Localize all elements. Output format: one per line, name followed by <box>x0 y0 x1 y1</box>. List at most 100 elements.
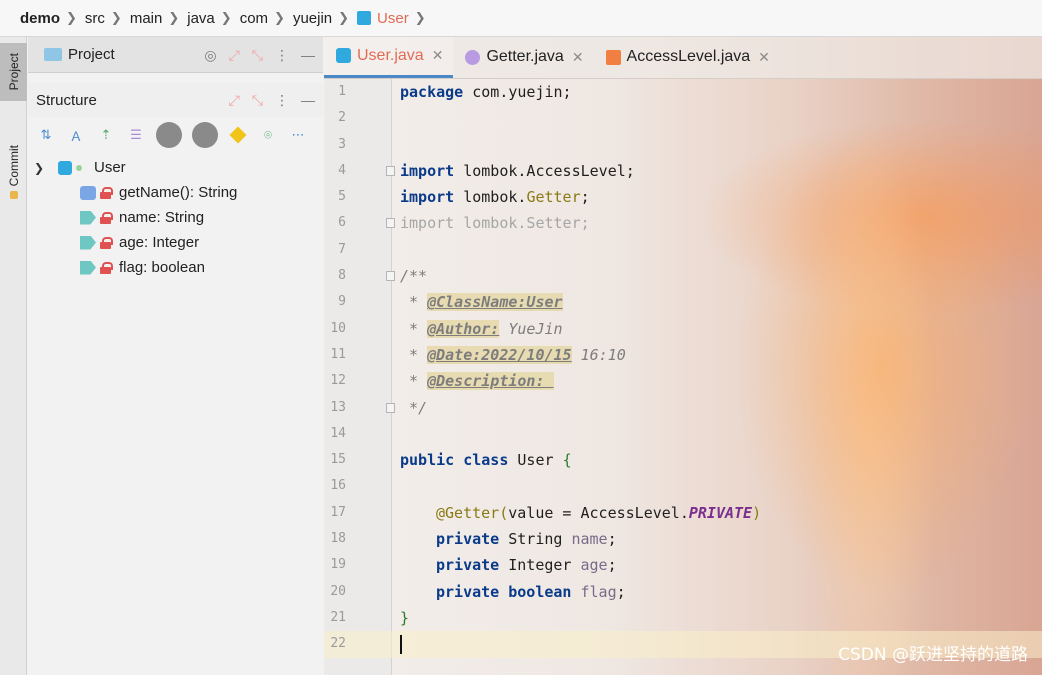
structure-panel-title: Structure <box>36 91 97 109</box>
line-number: 12 <box>330 373 346 389</box>
comment: /** <box>400 267 428 286</box>
tree-member-age[interactable]: age: Integer <box>28 230 323 255</box>
chevron-right-icon: ❯ <box>338 10 350 25</box>
show-lambdas-icon[interactable] <box>192 122 218 148</box>
collapse-icon[interactable]: ⤡ <box>252 47 263 64</box>
tool-tab-commit-label: Commit <box>6 145 21 187</box>
close-icon[interactable]: ✕ <box>758 49 770 66</box>
tree-member-label: age: Integer <box>119 234 200 251</box>
fold-marker-icon[interactable] <box>386 402 395 413</box>
annotation-ref: Getter <box>526 188 581 207</box>
keyword: import <box>400 188 455 207</box>
tool-tab-commit[interactable]: Commit <box>0 132 27 212</box>
code-content[interactable]: 1 package com.yuejin; 2 3 4 import lombok.… <box>324 79 1042 658</box>
hide-panel-icon[interactable]: — <box>301 47 315 63</box>
keyword: private <box>436 530 500 549</box>
annotation-icon <box>465 49 481 65</box>
collapse-icon[interactable]: ⤡ <box>252 92 263 109</box>
line-number: 9 <box>338 294 346 310</box>
close-icon[interactable]: ✕ <box>572 49 584 66</box>
tool-tab-project[interactable]: Project <box>0 43 27 101</box>
show-inherited-icon[interactable]: ⇡ <box>96 125 116 145</box>
show-properties-icon[interactable] <box>229 126 247 144</box>
paren: ( <box>499 503 509 522</box>
tab-user-java[interactable]: User.java ✕ <box>324 37 454 78</box>
show-fields-icon[interactable]: ☰ <box>126 125 146 145</box>
sort-by-visibility-icon[interactable]: ⇅ <box>36 125 56 145</box>
tool-tab-project-label: Project <box>6 53 21 91</box>
keyword: private <box>436 582 500 601</box>
code-text: lombok.AccessLevel; <box>454 161 635 180</box>
tab-getter-java[interactable]: Getter.java ✕ <box>453 37 593 78</box>
tree-member-name[interactable]: name: String <box>28 205 323 230</box>
project-panel-title[interactable]: Project <box>68 46 115 63</box>
expand-icon[interactable]: ⤢ <box>229 92 240 109</box>
locate-icon[interactable]: ◎ <box>204 47 216 64</box>
close-icon[interactable]: ✕ <box>432 47 444 64</box>
chevron-down-icon[interactable]: ❯ <box>34 161 48 175</box>
class-icon <box>336 48 351 63</box>
doc-tag: @Author: <box>427 319 500 338</box>
comment: */ <box>400 398 428 417</box>
code-line: 6 import lombok.Setter; <box>324 210 1042 236</box>
breadcrumb-item-user[interactable]: User <box>377 10 409 27</box>
comment: * <box>400 319 428 338</box>
code-text: ; <box>580 188 590 207</box>
method-icon <box>80 185 96 200</box>
fold-marker-icon[interactable] <box>386 218 395 229</box>
tree-root-label: User <box>94 159 126 176</box>
tree-root-user[interactable]: ❯ User <box>28 155 323 180</box>
code-text: ; <box>607 530 617 549</box>
breadcrumb-item-main[interactable]: main <box>130 10 163 27</box>
comment: * <box>400 372 428 391</box>
field-name: age <box>580 556 608 575</box>
sort-alphabetically-icon[interactable]: Ａ <box>66 125 86 145</box>
line-number: 2 <box>338 110 346 126</box>
code-line: 5 import lombok.Getter; <box>324 184 1042 210</box>
breadcrumb-item-java[interactable]: java <box>187 10 215 27</box>
hide-panel-icon[interactable]: — <box>301 92 315 108</box>
breadcrumb-item-demo[interactable]: demo <box>20 10 60 27</box>
brace: } <box>400 608 410 627</box>
field-name: name <box>571 530 608 549</box>
line-number: 17 <box>330 504 346 520</box>
keyword: package <box>400 83 464 101</box>
keyword: private <box>436 556 500 575</box>
more-options-icon[interactable]: ⋮ <box>275 92 289 109</box>
more-icon[interactable]: ⋯ <box>288 125 308 145</box>
breadcrumb-item-yuejin[interactable]: yuejin <box>293 10 332 27</box>
code-text: com.yuejin; <box>463 83 572 101</box>
code-line: 8 /** <box>324 263 1042 289</box>
line-number: 1 <box>338 84 346 99</box>
comment: YueJin <box>499 319 563 338</box>
breadcrumb-item-src[interactable]: src <box>85 10 105 27</box>
brace: { <box>562 451 572 470</box>
expand-icon[interactable]: ⤢ <box>229 47 240 64</box>
breadcrumb-item-com[interactable]: com <box>240 10 268 27</box>
line-number: 4 <box>338 162 346 178</box>
autoscroll-icon[interactable]: ⌾ <box>258 125 278 145</box>
code-line: 3 <box>324 132 1042 158</box>
tree-member-flag[interactable]: flag: boolean <box>28 255 323 280</box>
chevron-right-icon: ❯ <box>66 10 77 25</box>
editor-tab-bar: User.java ✕ Getter.java ✕ AccessLevel.ja… <box>324 37 1042 79</box>
enum-constant: PRIVATE <box>688 503 753 522</box>
lock-icon <box>100 211 113 224</box>
fold-marker-icon[interactable] <box>386 271 395 282</box>
code-line: 15 public class User { <box>324 447 1042 473</box>
fold-marker-icon[interactable] <box>386 165 395 176</box>
show-non-public-icon[interactable] <box>156 122 182 148</box>
more-options-icon[interactable]: ⋮ <box>275 47 289 64</box>
tab-accesslevel-java[interactable]: AccessLevel.java ✕ <box>594 37 780 78</box>
class-name: User <box>508 451 563 470</box>
chevron-right-icon: ❯ <box>110 10 122 25</box>
code-line: 18 private String name; <box>324 526 1042 552</box>
code-line: 9 * @ClassName:User <box>324 289 1042 315</box>
code-editor[interactable]: User.java ✕ Getter.java ✕ AccessLevel.ja… <box>324 37 1042 675</box>
code-line: 21} <box>324 605 1042 631</box>
tree-member-getname[interactable]: getName(): String <box>28 180 323 205</box>
code-text: ; <box>616 582 626 601</box>
tab-label: User.java <box>357 46 424 64</box>
type-name: String <box>499 530 572 549</box>
